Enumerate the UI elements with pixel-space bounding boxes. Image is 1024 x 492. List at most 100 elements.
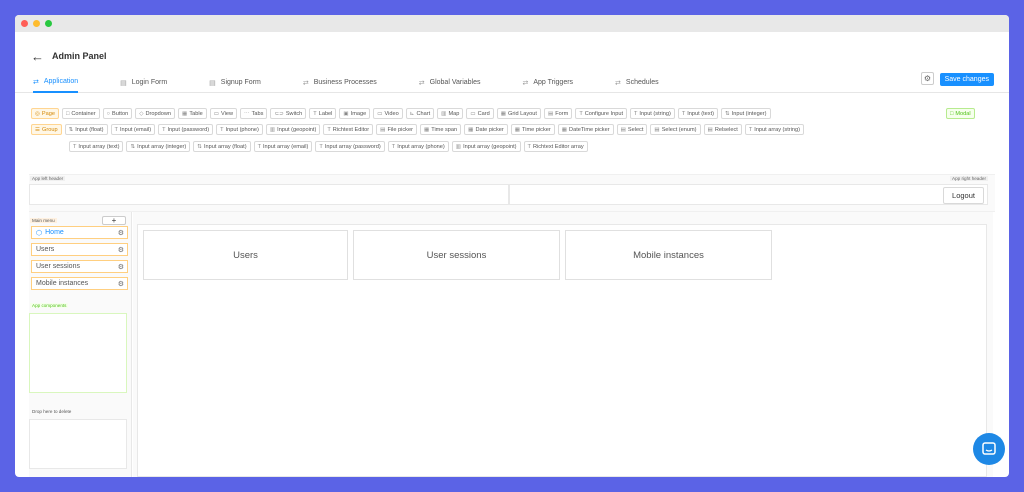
chat-bubble-icon[interactable] bbox=[973, 433, 1005, 465]
component-input-array-email[interactable]: T Input array (email) bbox=[253, 141, 313, 152]
component-input-phone[interactable]: T Input (phone) bbox=[216, 124, 263, 135]
component-datetime-picker[interactable]: ▦ DateTime picker bbox=[557, 124, 614, 135]
component-input-integer[interactable]: ⇅ Input (integer) bbox=[721, 108, 771, 119]
component-date-picker[interactable]: ▦ Date picker bbox=[464, 124, 508, 135]
component-label: Input (integer) bbox=[731, 110, 767, 117]
component-icon: ▥ bbox=[269, 126, 276, 133]
component-label: Input array (password) bbox=[324, 143, 381, 150]
component-video[interactable]: ▭ Video bbox=[373, 108, 403, 119]
component-row-2: ☰ Group ⇅ Input (float) T Input (email) T Input… bbox=[31, 124, 804, 135]
minimize-dot[interactable] bbox=[33, 20, 40, 27]
arrow-left-icon[interactable]: ← bbox=[31, 49, 44, 64]
tab-application[interactable]: ⇄ Application bbox=[33, 73, 79, 93]
component-icon: T bbox=[327, 126, 331, 133]
component-grid-layout[interactable]: ▦ Grid Layout bbox=[496, 108, 541, 119]
component-time-span[interactable]: ▦ Time span bbox=[419, 124, 462, 135]
component-input-string[interactable]: T Input (string) bbox=[630, 108, 675, 119]
tab-global-variables[interactable]: ⇄ Global Variables bbox=[419, 73, 481, 93]
app-left-header-dropzone[interactable] bbox=[29, 184, 509, 205]
gear-icon[interactable]: ⚙ bbox=[118, 229, 124, 237]
settings-gear-button[interactable]: ⚙ bbox=[921, 72, 934, 85]
component-input-float[interactable]: ⇅ Input (float) bbox=[64, 124, 108, 135]
component-map[interactable]: ▥ Map bbox=[437, 108, 464, 119]
component-label: Select (enum) bbox=[661, 126, 697, 133]
gear-icon[interactable]: ⚙ bbox=[118, 246, 124, 254]
tab-icon: ⇄ bbox=[33, 78, 39, 86]
component-dropdown[interactable]: ◇ Dropdown bbox=[135, 108, 176, 119]
maximize-dot[interactable] bbox=[45, 20, 52, 27]
card-user-sessions[interactable]: User sessions bbox=[353, 230, 560, 280]
component-button[interactable]: ○ Button bbox=[102, 108, 133, 119]
component-input-email[interactable]: T Input (email) bbox=[110, 124, 156, 135]
component-label[interactable]: T Label bbox=[309, 108, 337, 119]
component-icon: ⇅ bbox=[130, 143, 136, 150]
tab-schedules[interactable]: ⇄ Schedules bbox=[615, 73, 659, 93]
component-input-password[interactable]: T Input (password) bbox=[158, 124, 214, 135]
add-menu-item-button[interactable]: + bbox=[102, 216, 126, 225]
logout-button[interactable]: Logout bbox=[943, 187, 984, 204]
component-configure-input[interactable]: T Configure Input bbox=[575, 108, 627, 119]
tab-app-triggers[interactable]: ⇄ App Triggers bbox=[522, 73, 573, 93]
main-menu-label: Main menu bbox=[30, 218, 57, 223]
component-row-1: ◎ Page □ Container ○ Button ◇ Dropdown ▦ Table ▭ Vi… bbox=[31, 108, 771, 119]
component-richtext-editor-array[interactable]: T Richtext Editor array bbox=[523, 141, 588, 152]
component-input-array-text[interactable]: T Input array (text) bbox=[69, 141, 124, 152]
component-container[interactable]: □ Container bbox=[61, 108, 100, 119]
component-input-geopoint[interactable]: ▥ Input (geopoint) bbox=[265, 124, 321, 135]
component-input-array-string[interactable]: T Input array (string) bbox=[744, 124, 804, 135]
component-select-enum[interactable]: ▤ Select (enum) bbox=[650, 124, 701, 135]
component-page[interactable]: ◎ Page bbox=[31, 108, 59, 119]
component-richtext-editor[interactable]: T Richtext Editor bbox=[323, 124, 374, 135]
component-label: Input array (email) bbox=[262, 143, 309, 150]
save-changes-button[interactable]: Save changes bbox=[939, 73, 994, 86]
card-users[interactable]: Users bbox=[143, 230, 348, 280]
component-table[interactable]: ▦ Table bbox=[178, 108, 207, 119]
component-card[interactable]: ▭ Card bbox=[466, 108, 494, 119]
component-tabs[interactable]: ⋯ Tabs bbox=[240, 108, 268, 119]
component-relselect[interactable]: ▤ Relselect bbox=[703, 124, 742, 135]
canvas-dropzone[interactable]: Users User sessions Mobile instances bbox=[137, 224, 987, 477]
component-chart[interactable]: ⊾ Chart bbox=[405, 108, 435, 119]
component-input-array-phone[interactable]: T Input array (phone) bbox=[387, 141, 449, 152]
component-label: Input array (float) bbox=[203, 143, 247, 150]
component-label: Configure Input bbox=[584, 110, 623, 117]
component-form[interactable]: ▤ Form bbox=[543, 108, 573, 119]
sidebar-item-users[interactable]: Users ⚙ bbox=[31, 243, 128, 256]
gear-icon[interactable]: ⚙ bbox=[118, 280, 124, 288]
component-input-array-float[interactable]: ⇅ Input array (float) bbox=[193, 141, 251, 152]
delete-dropzone[interactable] bbox=[29, 419, 127, 469]
component-label: Input (geopoint) bbox=[277, 126, 317, 133]
component-icon: T bbox=[257, 143, 261, 150]
component-input-array-integer[interactable]: ⇅ Input array (integer) bbox=[126, 141, 191, 152]
component-select[interactable]: ▤ Select bbox=[616, 124, 648, 135]
gear-icon[interactable]: ⚙ bbox=[118, 263, 124, 271]
component-input-array-geopoint[interactable]: ▥ Input array (geopoint) bbox=[451, 141, 521, 152]
component-label: Map bbox=[448, 110, 460, 117]
sidebar-item-home[interactable]: ⬡ Home ⚙ bbox=[31, 226, 128, 239]
app-header-area: App left header App right header Logout bbox=[29, 174, 995, 212]
component-icon: ▤ bbox=[380, 126, 386, 133]
component-label: Container bbox=[71, 110, 96, 117]
tab-bar: ⇄ Application ▤ Login Form ▤ Signup Form ⇄ Busi… bbox=[15, 73, 1009, 93]
tab-signup-form[interactable]: ▤ Signup Form bbox=[209, 73, 261, 93]
component-icon: T bbox=[313, 110, 317, 117]
square-icon: □ bbox=[950, 110, 954, 117]
component-label: Select bbox=[627, 126, 644, 133]
tab-business-processes[interactable]: ⇄ Business Processes bbox=[303, 73, 377, 93]
component-modal[interactable]: □ Modal bbox=[946, 108, 975, 119]
app-components-dropzone[interactable] bbox=[29, 313, 127, 393]
component-switch[interactable]: ⊂⊃ Switch bbox=[270, 108, 307, 119]
tab-login-form[interactable]: ▤ Login Form bbox=[120, 73, 167, 93]
sidebar-item-mobile-instances[interactable]: Mobile instances ⚙ bbox=[31, 277, 128, 290]
close-dot[interactable] bbox=[21, 20, 28, 27]
component-image[interactable]: ▣ Image bbox=[339, 108, 371, 119]
component-file-picker[interactable]: ▤ File picker bbox=[376, 124, 417, 135]
component-view[interactable]: ▭ View bbox=[209, 108, 238, 119]
component-time-picker[interactable]: ▦ Time picker bbox=[510, 124, 555, 135]
card-mobile-instances[interactable]: Mobile instances bbox=[565, 230, 772, 280]
component-group[interactable]: ☰ Group bbox=[31, 124, 62, 135]
component-input-array-password[interactable]: T Input array (password) bbox=[315, 141, 385, 152]
app-right-header-dropzone[interactable]: Logout bbox=[509, 184, 988, 205]
component-input-text[interactable]: T Input (text) bbox=[677, 108, 718, 119]
sidebar-item-user-sessions[interactable]: User sessions ⚙ bbox=[31, 260, 128, 273]
